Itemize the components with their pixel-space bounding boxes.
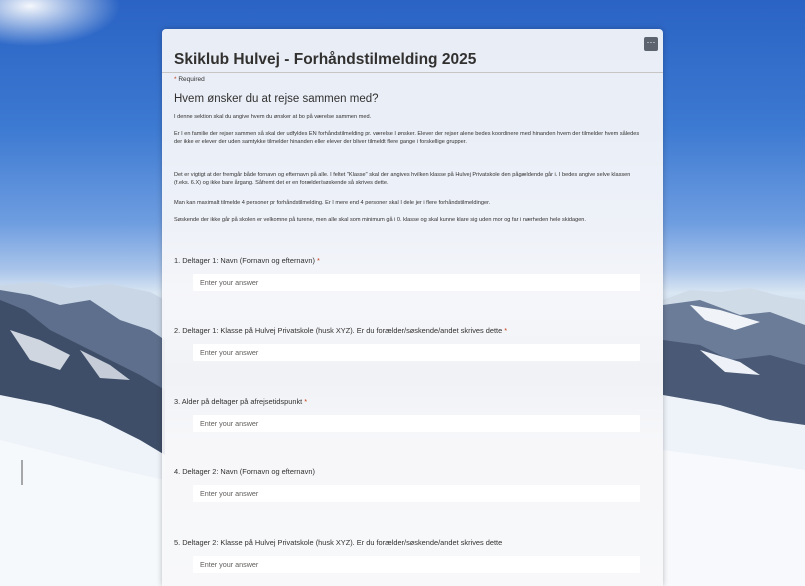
section-paragraph-2: Er I en familie der rejser sammen så ska…: [174, 131, 640, 146]
section-paragraph-1: I denne sektion skal du angive hvem du ø…: [174, 114, 372, 120]
more-options-button[interactable]: ···: [644, 37, 658, 51]
form-title: Skiklub Hulvej - Forhåndstilmelding 2025: [174, 51, 477, 68]
section-paragraph-4: Man kan maximalt tilmelde 4 personer pr …: [174, 200, 491, 206]
question-4-label: 4. Deltager 2: Navn (Fornavn og efternav…: [174, 467, 315, 476]
question-3-required-star: *: [304, 397, 308, 406]
question-2-input[interactable]: [193, 344, 640, 361]
question-3-input[interactable]: [193, 415, 640, 432]
question-3-text: 3. Alder på deltager på afrejsetidspunkt: [174, 397, 303, 406]
question-1-required-star: *: [316, 256, 320, 265]
question-5-text: 5. Deltager 2: Klasse på Hulvej Privatsk…: [174, 538, 503, 547]
question-2-label: 2. Deltager 1: Klasse på Hulvej Privatsk…: [174, 326, 507, 335]
title-divider: [162, 72, 663, 73]
question-4-text: 4. Deltager 2: Navn (Fornavn og efternav…: [174, 467, 315, 476]
section-title: Hvem ønsker du at rejse sammen med?: [174, 93, 379, 105]
required-note-text: Required: [178, 76, 205, 83]
section-paragraph-5: Søskende der ikke går på skolen er velko…: [174, 217, 586, 223]
question-2-text: 2. Deltager 1: Klasse på Hulvej Privatsk…: [174, 326, 503, 335]
question-1-label: 1. Deltager 1: Navn (Fornavn og efternav…: [174, 256, 320, 265]
question-1-text: 1. Deltager 1: Navn (Fornavn og efternav…: [174, 256, 315, 265]
section-paragraph-3: Det er vigtigt at der fremgår både forna…: [174, 172, 631, 187]
required-note: * Required: [174, 76, 205, 83]
question-5-label: 5. Deltager 2: Klasse på Hulvej Privatsk…: [174, 538, 502, 547]
question-1-input[interactable]: [193, 274, 640, 291]
required-star: *: [174, 76, 177, 83]
form-card: ··· Skiklub Hulvej - Forhåndstilmelding …: [162, 29, 663, 586]
question-3-label: 3. Alder på deltager på afrejsetidspunkt…: [174, 397, 307, 406]
question-2-required-star: *: [504, 326, 508, 335]
question-4-input[interactable]: [193, 485, 640, 502]
question-5-input[interactable]: [193, 556, 640, 573]
